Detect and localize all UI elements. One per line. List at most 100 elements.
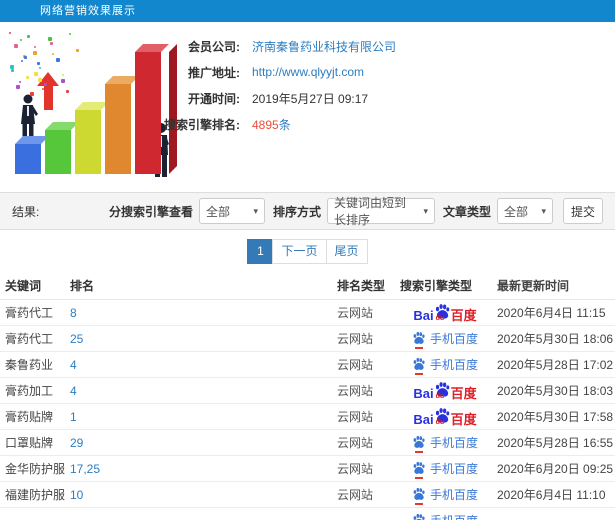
- rank-cell[interactable]: 1: [70, 410, 337, 424]
- info-row-open-time: 开通时间: 2019年5月27日 09:17: [118, 90, 396, 106]
- updated-time-cell: 2020年6月20日 09:25: [497, 462, 614, 476]
- submit-button[interactable]: 提交: [563, 198, 603, 224]
- rank-cell[interactable]: 4: [70, 384, 337, 398]
- updated-time-cell: 2020年5月30日 17:58: [497, 410, 614, 424]
- last-page-button[interactable]: 尾页: [325, 238, 368, 264]
- baidu-logo-icon: Bai du 百度: [413, 303, 477, 322]
- info-row-company: 会员公司: 济南秦鲁药业科技有限公司: [118, 38, 396, 54]
- keyword-cell: 金华防护服: [5, 462, 66, 476]
- confetti-dot: [48, 37, 52, 41]
- engine-filter-select[interactable]: 全部 ▾: [198, 198, 265, 224]
- type-filter-select[interactable]: 全部 ▾: [497, 198, 553, 224]
- table-row: 膏药贴牌 1 云网站 Bai du 百度 2020年5月30日 17:58: [0, 404, 615, 430]
- promo-url-link[interactable]: http://www.qlyyjt.com: [252, 65, 364, 79]
- type-filter-label: 文章类型: [442, 204, 491, 219]
- chevron-down-icon: ▾: [423, 205, 428, 216]
- confetti-dot: [69, 33, 71, 35]
- mobile-baidu-paw-icon: [412, 487, 426, 505]
- mobile-baidu-logo: 手机百度: [412, 461, 478, 479]
- keyword-cell: 膏药代工: [5, 332, 54, 346]
- baidu-logo-icon: Bai du 百度: [413, 407, 477, 426]
- table-row: 秦鲁药业 4 云网站 手机百度 2020年5月28日 17:02: [0, 352, 615, 378]
- table-row: 手机百度: [0, 508, 615, 520]
- engine-type-cell: 手机百度: [400, 357, 490, 375]
- engine-type-cell: Bai du 百度: [400, 407, 490, 426]
- confetti-dot: [16, 85, 20, 89]
- account-info-list: 会员公司: 济南秦鲁药业科技有限公司 推广地址: http://www.qlyy…: [118, 38, 396, 142]
- confetti-dot: [26, 76, 29, 79]
- header-rank: 排名: [70, 279, 95, 293]
- baidu-paw-icon: du: [434, 407, 451, 426]
- table-row: 口罩贴牌 29 云网站 手机百度 2020年5月28日 16:55: [0, 430, 615, 456]
- confetti-dot: [76, 49, 79, 52]
- confetti-dot: [30, 92, 34, 96]
- table-row: 福建防护服 10 云网站 手机百度 2020年6月4日 11:10: [0, 482, 615, 508]
- baidu-paw-icon: du: [434, 303, 451, 322]
- keyword-cell: 秦鲁药业: [5, 358, 54, 372]
- table-row: 膏药代工 8 云网站 Bai du 百度 2020年6月4日 11:15: [0, 300, 615, 326]
- table-row: 膏药代工 25 云网站 手机百度 2020年5月30日 18:06: [0, 326, 615, 352]
- mobile-baidu-paw-icon: [412, 357, 426, 375]
- confetti-dot: [33, 51, 37, 55]
- rank-count-value: 4895条: [252, 116, 291, 133]
- filter-bar: 结果: 分搜索引擎查看 全部 ▾ 排序方式 关键词由短到长排序 ▾ 文章类型 全…: [0, 192, 615, 230]
- sort-filter-select[interactable]: 关键词由短到长排序 ▾: [326, 196, 435, 227]
- rank-cell[interactable]: 4: [70, 358, 337, 372]
- mobile-baidu-logo: 手机百度: [412, 487, 478, 505]
- header-updated: 最新更新时间: [497, 279, 570, 293]
- mobile-baidu-paw-icon: [412, 461, 426, 479]
- engine-type-cell: 手机百度: [400, 435, 490, 453]
- header-rank-type: 排名类型: [337, 279, 386, 293]
- updated-time-cell: 2020年6月4日 11:15: [497, 306, 606, 320]
- keyword-cell: 膏药贴牌: [5, 410, 54, 424]
- header-keyword: 关键词: [5, 279, 42, 293]
- engine-type-cell: 手机百度: [400, 513, 490, 520]
- rank-cell[interactable]: 29: [70, 436, 337, 450]
- confetti-dot: [34, 72, 38, 76]
- keyword-cell: 口罩贴牌: [5, 436, 54, 450]
- confetti-dot: [27, 35, 30, 38]
- updated-time-cell: 2020年6月4日 11:10: [497, 488, 606, 502]
- rank-cell[interactable]: 8: [70, 306, 337, 320]
- rank-type-cell: 云网站: [337, 436, 374, 450]
- header-engine-type: 搜索引擎类型: [400, 279, 473, 293]
- confetti-dot: [24, 56, 27, 59]
- rank-cell[interactable]: 17,25: [70, 462, 337, 476]
- next-page-button[interactable]: 下一页: [272, 238, 327, 264]
- table-header-row: 关键词 排名 排名类型 搜索引擎类型 最新更新时间: [0, 272, 615, 300]
- company-label: 会员公司:: [188, 39, 240, 54]
- chevron-down-icon: ▾: [541, 205, 546, 216]
- confetti-dot: [10, 65, 14, 69]
- page-button-current[interactable]: 1: [247, 238, 274, 264]
- keyword-ranking-table: 关键词 排名 排名类型 搜索引擎类型 最新更新时间 膏药代工 8 云网站 Bai du 百…: [0, 272, 615, 520]
- rank-type-cell: 云网站: [337, 358, 374, 372]
- info-row-url: 推广地址: http://www.qlyyjt.com: [118, 64, 396, 80]
- pagination-section: 1 下一页 尾页: [0, 230, 615, 272]
- pagination: 1 下一页 尾页: [247, 238, 368, 264]
- type-filter-value: 全部: [504, 204, 529, 219]
- confetti-dot: [19, 81, 21, 83]
- promo-url-label: 推广地址:: [188, 65, 240, 80]
- rank-cell[interactable]: 25: [70, 332, 337, 346]
- engine-type-cell: Bai du 百度: [400, 303, 490, 322]
- confetti-dot: [34, 46, 36, 48]
- baidu-paw-icon: du: [434, 381, 451, 400]
- updated-time-cell: 2020年5月28日 16:55: [497, 436, 614, 450]
- page-title: 网络营销效果展示: [40, 5, 136, 17]
- confetti-dot: [21, 60, 23, 62]
- confetti-dot: [11, 69, 14, 72]
- open-time-value: 2019年5月27日 09:17: [252, 91, 369, 106]
- account-summary-section: 会员公司: 济南秦鲁药业科技有限公司 推广地址: http://www.qlyy…: [0, 22, 615, 192]
- rank-cell[interactable]: 10: [70, 488, 337, 502]
- mobile-baidu-paw-icon: [412, 435, 426, 453]
- confetti-dot: [61, 79, 65, 83]
- window-titlebar: 网络营销效果展示: [0, 0, 615, 22]
- updated-time-cell: 2020年5月28日 17:02: [497, 358, 614, 372]
- confetti-dot: [9, 32, 11, 34]
- confetti-dot: [66, 90, 69, 93]
- confetti-dot: [39, 67, 41, 69]
- company-link[interactable]: 济南秦鲁药业科技有限公司: [252, 38, 396, 55]
- confetti-dot: [14, 44, 18, 48]
- chart-bar: [45, 122, 87, 174]
- engine-type-cell: 手机百度: [400, 331, 490, 349]
